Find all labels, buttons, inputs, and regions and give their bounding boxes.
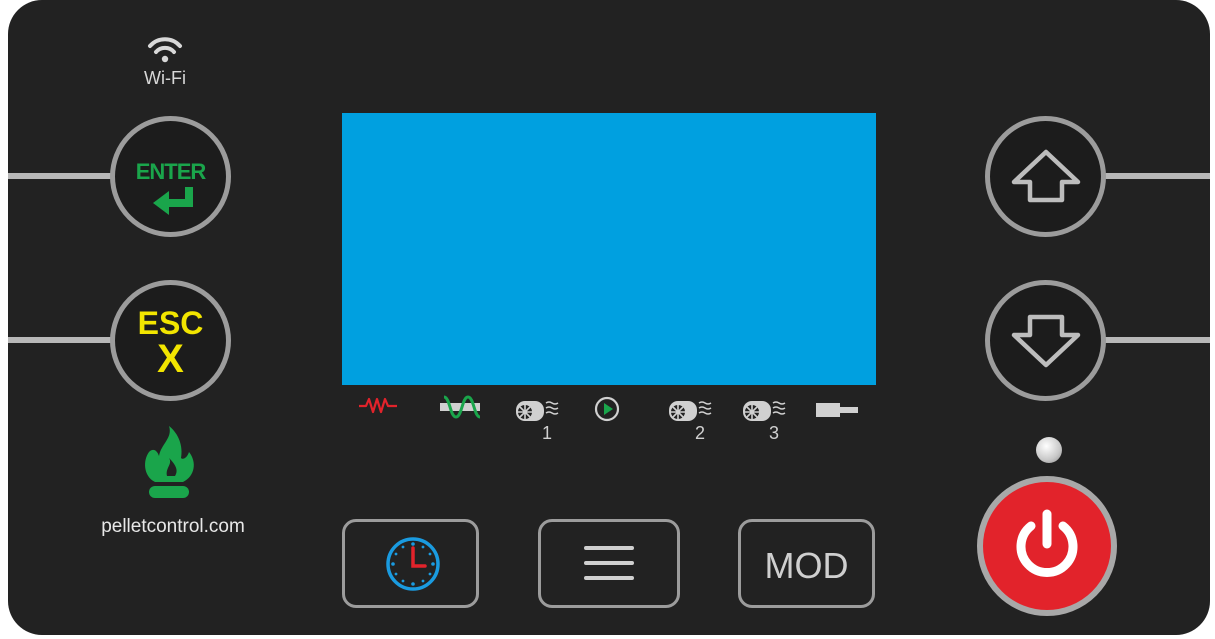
fan-1-icon: 1 <box>516 401 559 441</box>
enter-button[interactable]: ENTER <box>110 116 231 237</box>
mod-button[interactable]: MOD <box>738 519 875 608</box>
left-line-esc <box>8 337 118 343</box>
heater-resistance-icon <box>359 397 397 414</box>
lcd-display <box>342 113 876 385</box>
clock-icon <box>386 537 440 591</box>
power-icon <box>1016 509 1078 577</box>
menu-button[interactable] <box>538 519 680 608</box>
enter-label: ENTER <box>135 159 207 184</box>
esc-button[interactable]: ESC X <box>110 280 231 401</box>
fan-3-icon: 3 <box>743 401 786 441</box>
brand-url: pelletcontrol.com <box>101 516 245 537</box>
control-panel: Wi-Fi ENTER ESC X 1 2 3 pelletcontrol.co… <box>8 0 1210 635</box>
play-icon <box>594 396 620 422</box>
up-button[interactable] <box>985 116 1106 237</box>
power-button[interactable] <box>977 476 1117 616</box>
menu-icon <box>584 546 634 580</box>
status-led-icon <box>1036 437 1062 463</box>
left-line-enter <box>8 173 118 179</box>
fan-3-label: 3 <box>769 423 779 441</box>
fan-2-icon: 2 <box>669 401 712 441</box>
esc-x-icon: X <box>157 337 184 381</box>
clock-button[interactable] <box>342 519 479 608</box>
plug-icon <box>816 403 858 417</box>
arrow-down-icon <box>1011 314 1081 368</box>
right-line-down <box>1098 337 1210 343</box>
arrow-up-icon <box>1011 149 1081 203</box>
wifi-label: Wi-Fi <box>144 68 186 88</box>
mod-label: MOD <box>764 545 849 586</box>
fan-1-label: 1 <box>542 423 552 441</box>
right-line-up <box>1098 173 1210 179</box>
fan-2-label: 2 <box>695 423 705 441</box>
down-button[interactable] <box>985 280 1106 401</box>
return-arrow-icon <box>153 187 193 215</box>
wifi-icon <box>148 37 182 63</box>
flame-icon <box>145 426 194 498</box>
auger-icon <box>440 395 481 419</box>
